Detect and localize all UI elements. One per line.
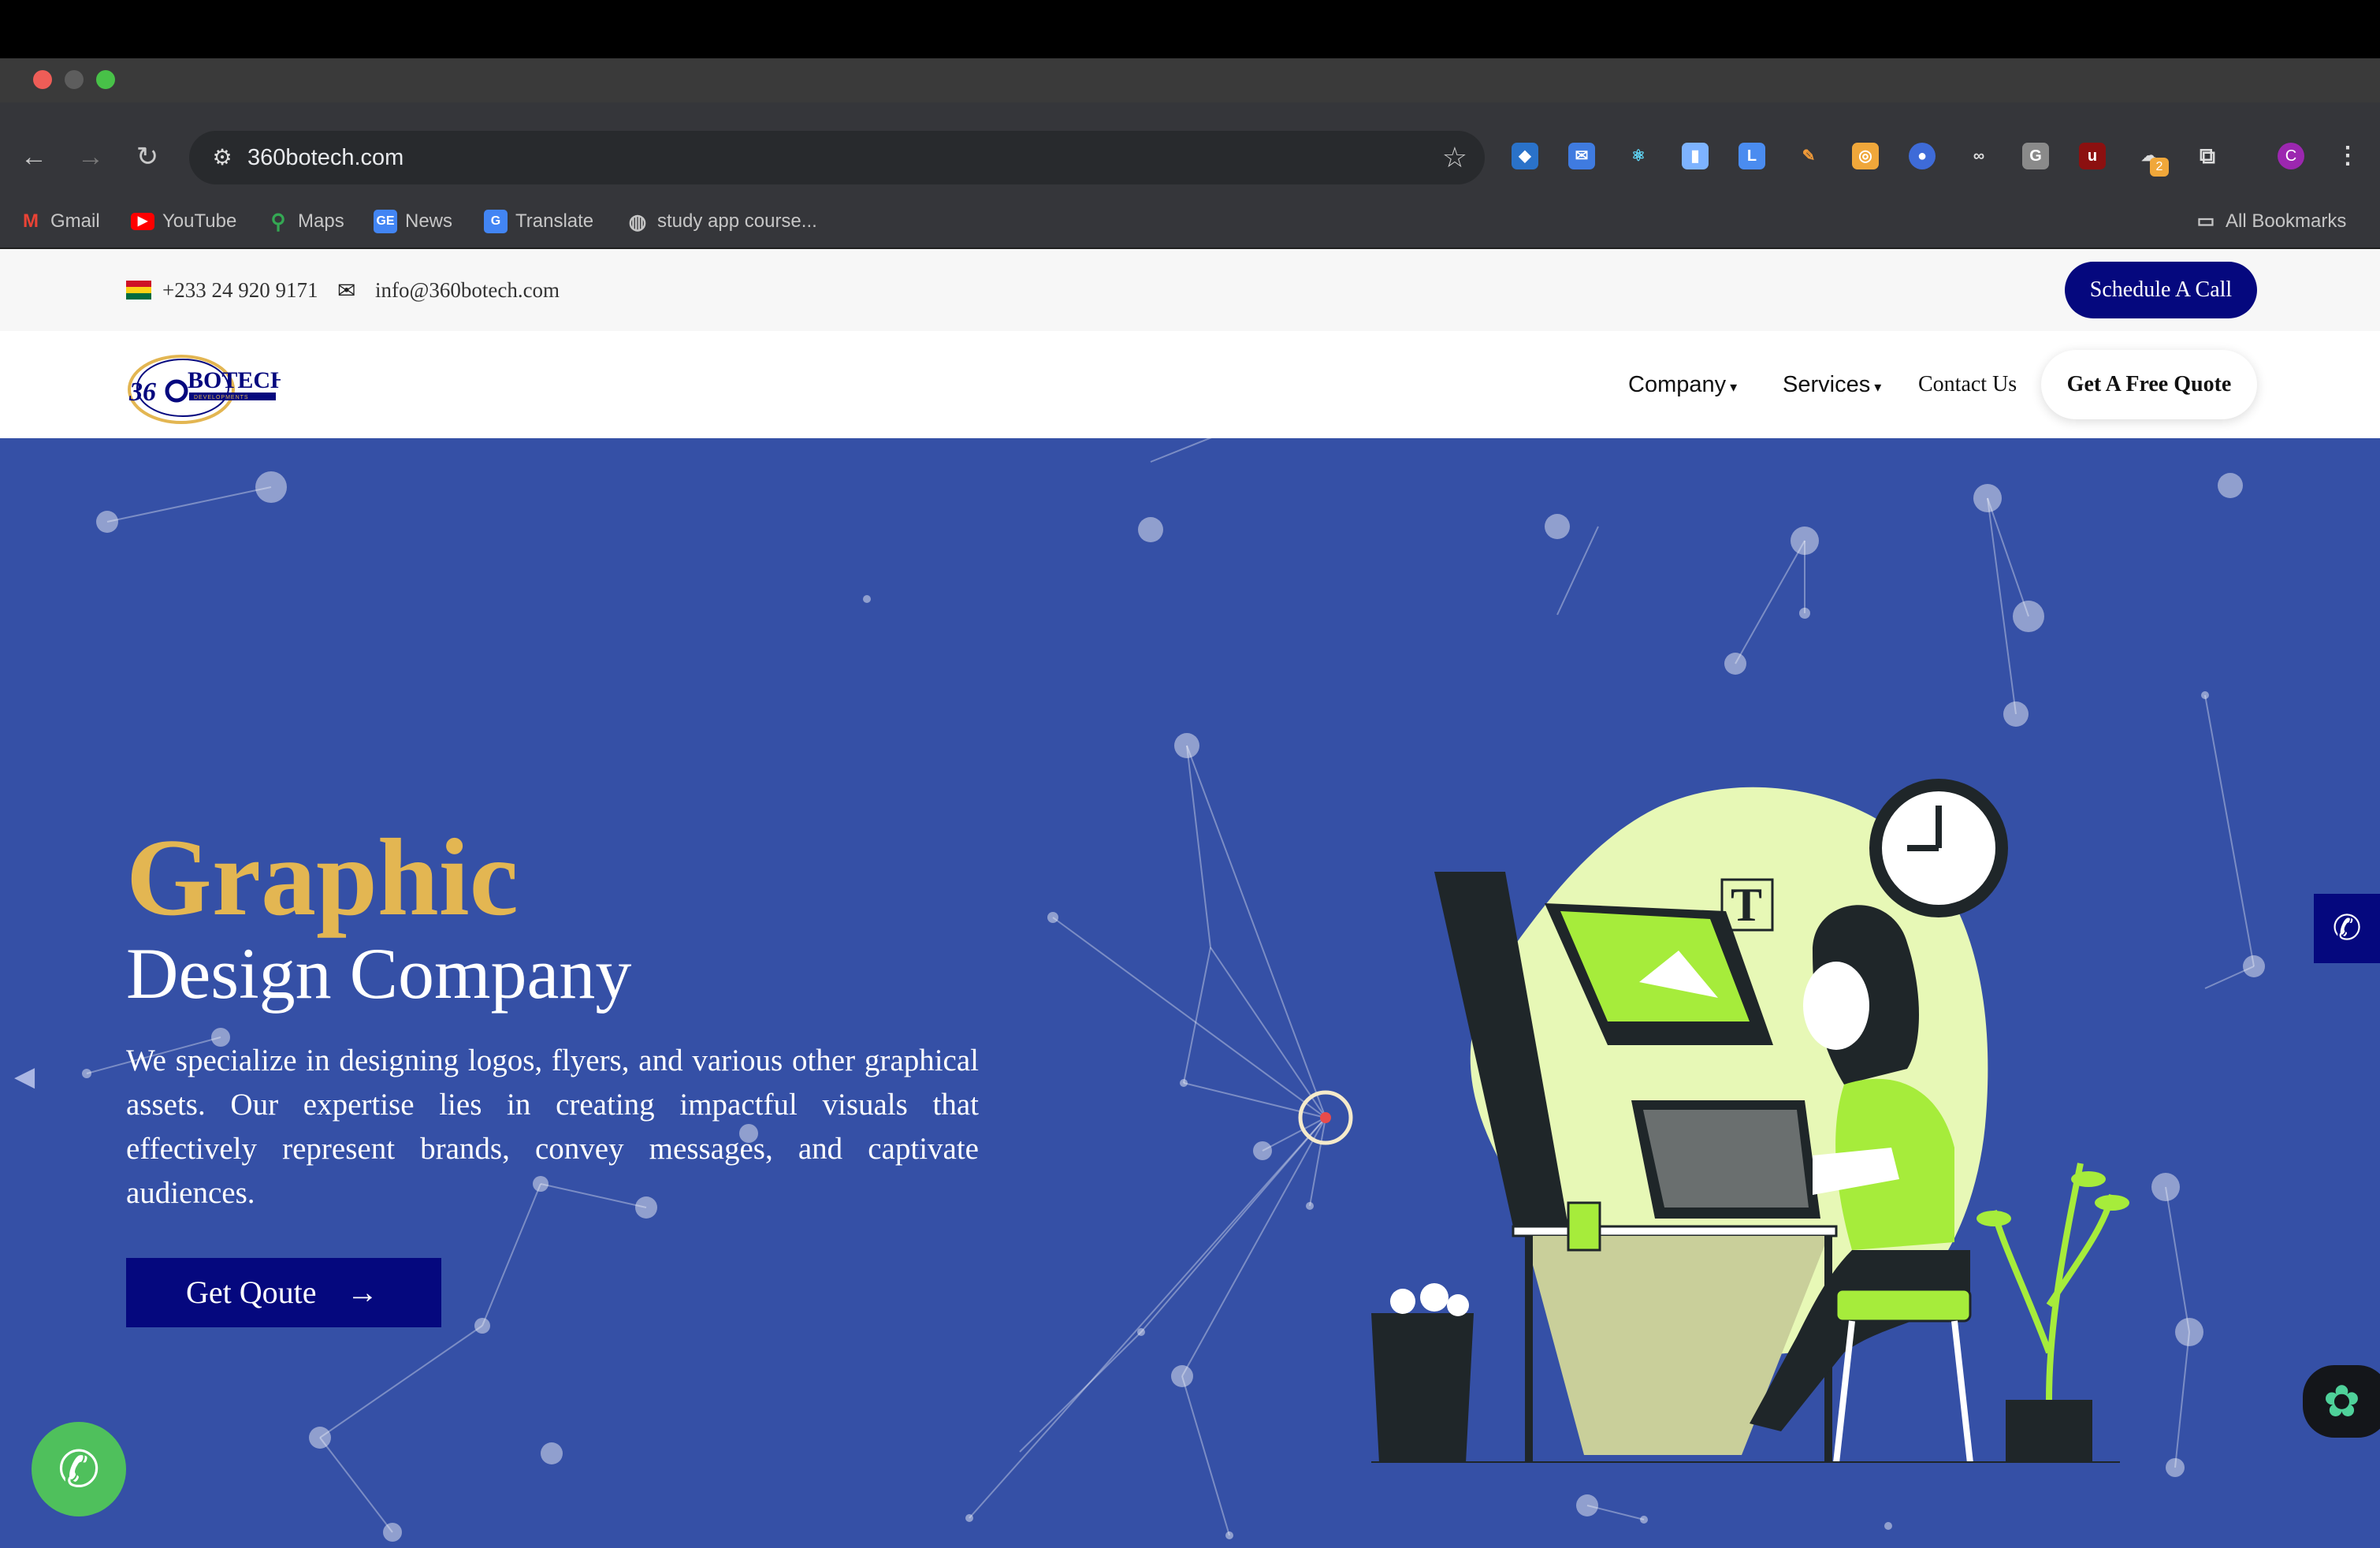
mail-extension-icon[interactable]: ✉ — [1568, 143, 1595, 169]
bookmark-news[interactable]: GE News — [374, 208, 452, 235]
site-logo[interactable]: 36 BOTECH DEVELOPMENTS — [126, 340, 288, 429]
site-settings-icon[interactable]: ⚙ — [206, 142, 238, 173]
bookmark-star-icon[interactable]: ☆ — [1442, 139, 1467, 177]
grammar-extension-icon[interactable]: G — [2022, 143, 2049, 169]
gmail-icon: M — [23, 210, 39, 232]
address-bar[interactable]: ⚙ 360botech.com ☆ — [189, 131, 1485, 184]
get-quote-label: Get Qoute — [186, 1274, 317, 1310]
phone-icon: ✆ — [2332, 909, 2362, 947]
profile-avatar[interactable]: C — [2278, 143, 2304, 169]
phone-call-button[interactable]: ✆ — [2314, 894, 2380, 963]
whatsapp-icon: ✆ — [58, 1441, 100, 1498]
maps-icon: ⚲ — [270, 210, 286, 233]
bookmark-label: Maps — [298, 210, 344, 232]
nav-company-label: Company — [1628, 372, 1727, 397]
extension-badge: 2 — [2150, 158, 2169, 177]
svg-text:BOTECH: BOTECH — [188, 367, 281, 393]
close-window-button[interactable] — [33, 70, 52, 89]
caret-down-icon: ▾ — [1870, 379, 1882, 395]
bookmark-label: YouTube — [162, 210, 237, 232]
translate-icon: G — [484, 210, 508, 233]
ublock-icon[interactable]: u — [2079, 143, 2106, 169]
svg-text:36: 36 — [128, 378, 156, 407]
forward-arrow-icon[interactable]: → — [73, 139, 109, 175]
topbar-phone[interactable]: +233 24 920 9171 — [162, 274, 318, 306]
bookmark-label: Translate — [515, 210, 594, 232]
nav-contact[interactable]: Contact Us — [1918, 367, 2017, 402]
hero-subtitle: Design Company — [126, 933, 632, 1014]
pen-extension-icon[interactable]: ✎ — [1795, 143, 1822, 169]
minimize-window-button[interactable] — [65, 70, 84, 89]
svg-text:T: T — [1731, 879, 1762, 931]
nav-services[interactable]: Services ▾ — [1783, 367, 1881, 404]
contact-card-icon: ✉ — [337, 278, 356, 303]
site-header — [0, 331, 2380, 438]
vscode-extension-icon[interactable]: ◆ — [1512, 143, 1538, 169]
slider-prev-arrow-icon[interactable]: ◀ — [14, 1061, 35, 1092]
l-extension-icon[interactable]: L — [1739, 143, 1765, 169]
hero-description: We specialize in designing logos, flyers… — [126, 1044, 979, 1210]
bookmark-maps[interactable]: ⚲ Maps — [266, 208, 344, 235]
reload-icon[interactable]: ↻ — [129, 139, 165, 175]
whatsapp-button[interactable]: ✆ — [32, 1422, 126, 1516]
globe-extension-icon[interactable]: ● — [1909, 143, 1936, 169]
docs-extension-icon[interactable]: ▮ — [1682, 143, 1709, 169]
news-icon: GE — [374, 210, 397, 233]
screen-top-bar — [0, 0, 2380, 58]
logo-graphic: 36 BOTECH DEVELOPMENTS — [128, 355, 288, 424]
bookmarks-bar — [0, 197, 2380, 247]
ghana-flag-icon — [126, 281, 151, 300]
openai-icon: ✿ — [2323, 1376, 2360, 1426]
ai-assistant-button[interactable]: ✿ — [2303, 1365, 2380, 1438]
extensions-puzzle-icon[interactable]: ⧉ — [2194, 143, 2221, 169]
get-quote-button[interactable]: Get Qoute → — [126, 1258, 441, 1327]
arrow-right-icon: → — [347, 1274, 378, 1310]
contact-topbar — [0, 249, 2380, 331]
all-bookmarks[interactable]: ▭ All Bookmarks — [2194, 208, 2347, 235]
hero-title: Graphic — [126, 817, 519, 939]
bookmark-label: study app course... — [657, 210, 817, 232]
globe-icon: ◍ — [628, 210, 647, 233]
caret-down-icon: ▾ — [1726, 379, 1738, 395]
svg-text:DEVELOPMENTS: DEVELOPMENTS — [194, 395, 249, 400]
nav-services-label: Services — [1783, 372, 1871, 397]
bookmark-gmail[interactable]: M Gmail — [19, 208, 100, 235]
infinity-extension-icon[interactable]: ∞ — [1965, 143, 1992, 169]
bookmark-translate[interactable]: G Translate — [484, 208, 593, 235]
all-bookmarks-label: All Bookmarks — [2226, 210, 2347, 232]
youtube-icon: ▶ — [131, 213, 154, 230]
url-text: 360botech.com — [247, 145, 404, 170]
react-devtools-icon[interactable]: ⚛ — [1625, 143, 1652, 169]
topbar-email[interactable]: info@360botech.com — [375, 274, 560, 306]
schedule-call-button[interactable]: Schedule A Call — [2065, 262, 2257, 318]
hero-section: T ◀ Graphic Design Company We specialize… — [0, 438, 2380, 1548]
free-quote-button[interactable]: Get A Free Quote — [2041, 350, 2257, 419]
bookmark-label: Gmail — [50, 210, 100, 232]
folder-icon: ▭ — [2196, 210, 2215, 232]
window-titlebar — [0, 58, 2380, 102]
more-menu-icon[interactable]: ⋮ — [2334, 143, 2361, 169]
bookmark-study-app[interactable]: ◍ study app course... — [626, 208, 817, 235]
bookmark-youtube[interactable]: ▶ YouTube — [131, 208, 236, 235]
bookmark-label: News — [405, 210, 453, 232]
nav-company[interactable]: Company ▾ — [1628, 367, 1737, 404]
maximize-window-button[interactable] — [96, 70, 115, 89]
orange-extension-icon[interactable]: ◎ — [1852, 143, 1879, 169]
designer-illustration: T — [1371, 779, 2129, 1463]
back-arrow-icon[interactable]: ← — [16, 139, 52, 175]
